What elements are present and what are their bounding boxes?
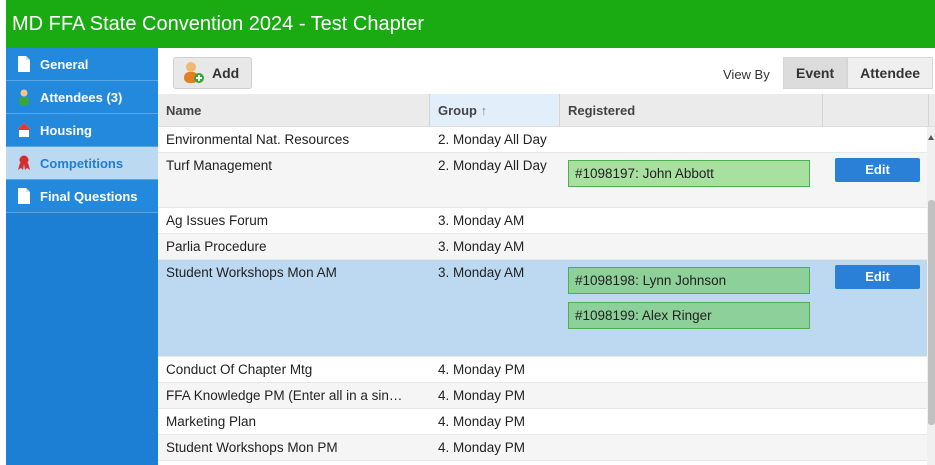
actions-cell: Edit [823,260,929,356]
table-row[interactable]: Parlia Procedure 3. Monday AM [158,234,935,260]
column-header-group[interactable]: Group ↑ [430,94,560,126]
sidebar-item-label: Final Questions [40,188,138,204]
sidebar-item-housing[interactable]: Housing [6,114,158,147]
ribbon-icon [16,155,32,171]
registered-cell: #1098198: Lynn Johnson #1098199: Alex Ri… [560,260,823,356]
edit-button[interactable]: Edit [835,265,920,289]
column-header-registered[interactable]: Registered [560,94,823,126]
view-by-event-button[interactable]: Event [783,57,848,89]
actions-cell [823,409,929,434]
registered-cell [560,208,823,233]
house-icon [16,122,32,138]
actions-cell: Edit [823,153,929,207]
registered-cell [560,409,823,434]
table-row[interactable]: FFA Knowledge PM (Enter all in a sin… 4.… [158,383,935,409]
table-row[interactable]: Conduct Of Chapter Mtg 4. Monday PM [158,357,935,383]
event-group: 4. Monday PM [438,440,526,455]
event-name: Student Workshops Mon AM [166,265,337,280]
registered-attendee-tag: #1098197: John Abbott [568,160,810,187]
event-group: 2. Monday All Day [438,132,547,147]
edit-button[interactable]: Edit [835,158,920,182]
column-header-name[interactable]: Name [158,94,430,126]
sidebar-item-label: Attendees (3) [40,89,123,105]
registered-attendee-tag: #1098198: Lynn Johnson [568,267,810,294]
document-icon [16,188,32,204]
registered-cell [560,127,823,152]
actions-cell [823,208,929,233]
sidebar-item-attendees[interactable]: Attendees (3) [6,81,158,114]
sidebar-item-label: Housing [40,122,92,138]
event-group: 4. Monday PM [438,414,526,429]
event-name: Ag Issues Forum [166,213,269,228]
event-name: Student Workshops Mon PM [166,440,338,455]
registered-cell [560,357,823,382]
event-group: 2. Monday All Day [438,158,547,173]
registered-attendee-tag: #1098199: Alex Ringer [568,302,810,329]
event-name: Parlia Procedure [166,239,267,254]
registered-cell [560,234,823,259]
table-row[interactable]: Marketing Plan 4. Monday PM [158,409,935,435]
table-row-selected[interactable]: Student Workshops Mon AM 3. Monday AM #1… [158,260,935,357]
view-by-attendee-button[interactable]: Attendee [847,57,934,89]
registered-cell [560,383,823,408]
registered-cell: #1098197: John Abbott [560,153,823,207]
event-name: Environmental Nat. Resources [166,132,350,147]
event-group: 3. Monday AM [438,239,525,254]
actions-cell [823,127,929,152]
sidebar-item-label: General [40,56,89,72]
scrollbar-thumb[interactable] [928,200,935,425]
event-name: FFA Knowledge PM (Enter all in a sin… [166,388,403,403]
add-person-icon [182,61,204,86]
sidebar-item-label: Competitions [40,155,124,171]
toolbar: Add View By Event Attendee [158,48,935,94]
sidebar-item-competitions[interactable]: Competitions [6,147,158,180]
sort-ascending-icon: ↑ [480,102,488,118]
view-by-label: View By [723,67,770,82]
table-row[interactable]: Student Workshops Mon PM 4. Monday PM [158,435,935,461]
person-icon [16,89,32,105]
add-button[interactable]: Add [173,57,252,89]
actions-cell [823,357,929,382]
competitions-grid: Name Group ↑ Registered Environmental Na… [158,94,935,465]
page-title: MD FFA State Convention 2024 - Test Chap… [6,0,935,48]
table-row[interactable]: Ag Issues Forum 3. Monday AM [158,208,935,234]
actions-cell [823,383,929,408]
sidebar-item-final-questions[interactable]: Final Questions [6,180,158,213]
actions-cell [823,234,929,259]
grid-header: Name Group ↑ Registered [158,94,935,127]
event-group: 3. Monday AM [438,213,525,228]
event-name: Conduct Of Chapter Mtg [166,362,313,377]
add-button-label: Add [212,65,240,81]
event-group: 3. Monday AM [438,265,525,280]
event-name: Turf Management [166,158,273,173]
view-by-toggle: Event Attendee [783,57,934,89]
sidebar: General Attendees (3) Housing Competitio… [6,48,158,465]
event-name: Marketing Plan [166,414,257,429]
event-group: 4. Monday PM [438,362,526,377]
scroll-up-icon[interactable] [928,135,934,140]
actions-cell [823,435,929,460]
event-group: 4. Monday PM [438,388,526,403]
registered-cell [560,435,823,460]
table-row[interactable]: Turf Management 2. Monday All Day #10981… [158,153,935,208]
column-header-actions [823,94,929,126]
document-icon [16,56,32,72]
sidebar-item-general[interactable]: General [6,48,158,81]
table-row[interactable]: Environmental Nat. Resources 2. Monday A… [158,127,935,153]
